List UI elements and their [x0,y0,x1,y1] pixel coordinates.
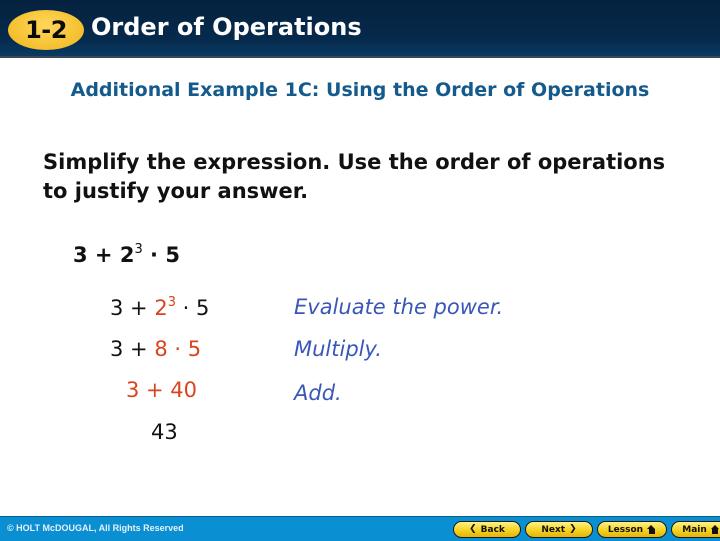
final-result: 43 [151,420,178,444]
main-label: Main [682,524,707,535]
problem-base: 3 + 2 [73,243,135,267]
back-button[interactable]: ❮ Back [453,521,521,538]
step-2-expression: 3 + 8 · 5 [110,337,201,361]
example-title: Additional Example 1C: Using the Order o… [70,79,650,101]
instructions-text: Simplify the expression. Use the order o… [43,150,666,203]
navigation-buttons: ❮ Back Next ❯ Lesson Main [453,521,720,538]
copyright-text: © HOLT McDOUGAL, All Rights Reserved [7,523,184,533]
back-label: Back [480,524,505,535]
slide-header: 1-2 Order of Operations [0,0,720,58]
step-1-prefix: 3 + [110,296,155,320]
step-1-suffix: · 5 [175,296,210,320]
lesson-title: Order of Operations [91,13,362,41]
step-3-reason: Add. [294,381,342,405]
step-1-expression: 3 + 23 · 5 [110,295,209,320]
home-icon [647,525,656,534]
next-button[interactable]: Next ❯ [525,521,593,538]
next-label: Next [541,524,566,535]
step-1-highlight: 2 [154,296,168,320]
step-2-reason: Multiply. [294,337,382,361]
main-button[interactable]: Main [671,521,720,538]
lesson-number: 1-2 [25,16,67,44]
problem-expression: 3 + 23 · 5 [73,242,180,267]
chevron-left-icon: ❮ [469,524,477,534]
step-1-reason: Evaluate the power. [294,295,504,319]
lesson-label: Lesson [607,524,644,535]
step-3-expression: 3 + 40 [126,378,198,402]
problem-rest: · 5 [142,243,180,267]
lesson-number-badge: 1-2 [8,10,84,50]
lesson-button[interactable]: Lesson [597,521,667,538]
slide-footer: © HOLT McDOUGAL, All Rights Reserved ❮ B… [0,516,720,541]
problem-exponent: 3 [134,242,143,257]
step-2-prefix: 3 + [110,337,155,361]
home-icon [710,525,720,534]
step-2-highlight: 8 · 5 [154,337,202,361]
step-1-exponent: 3 [167,295,176,310]
chevron-right-icon: ❯ [569,524,577,534]
